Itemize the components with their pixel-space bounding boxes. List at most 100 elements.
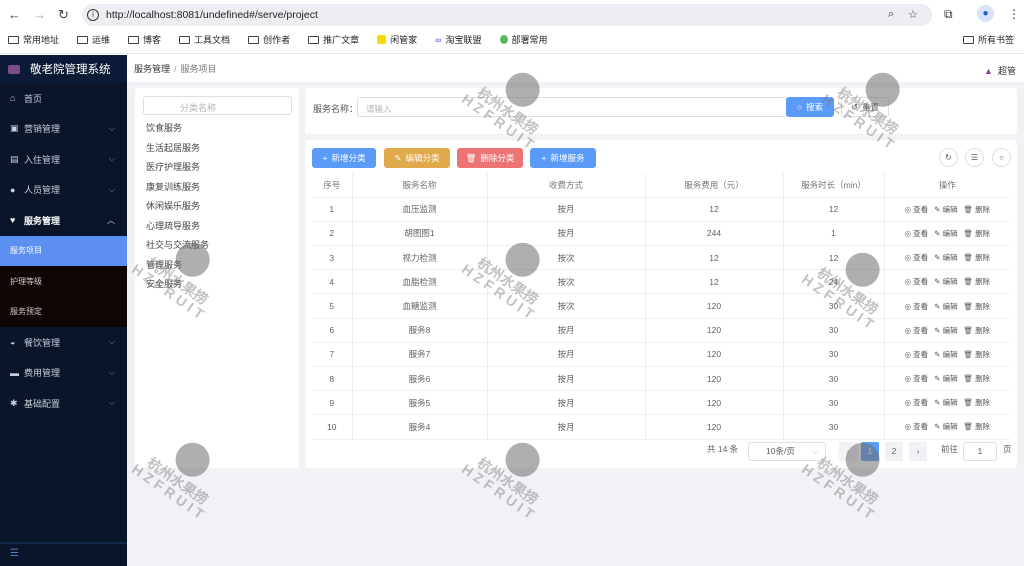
plus-icon: + <box>541 153 547 163</box>
bookmark[interactable]: 博客 <box>128 33 161 46</box>
menu-service[interactable]: ♥ 服务管理 ︿ <box>0 205 127 236</box>
delete-action[interactable]: 🗑 删除 <box>963 422 990 431</box>
submenu-care-level[interactable]: 护理等级 <box>0 266 127 297</box>
add-service-button[interactable]: + 新增服务 <box>530 148 596 168</box>
tree-item[interactable]: 休闲娱乐服务 <box>135 197 299 217</box>
delete-action[interactable]: 🗑 删除 <box>963 277 990 286</box>
delete-action[interactable]: 🗑 删除 <box>963 350 990 359</box>
menu-marketing[interactable]: ▣ 营销管理 ⌵ <box>0 114 127 145</box>
extensions-icon[interactable]: ⧉ <box>944 7 953 22</box>
delete-action[interactable]: 🗑 删除 <box>963 398 990 407</box>
page-size-select[interactable]: 10条/页 ⌵ <box>748 442 826 461</box>
delete-action[interactable]: 🗑 删除 <box>963 253 990 262</box>
delete-category-button[interactable]: 🗑 删除分类 <box>457 148 523 168</box>
user-menu[interactable]: ▲ 超管 <box>984 64 1016 77</box>
menu-fees[interactable]: ▬ 费用管理 ⌵ <box>0 358 127 389</box>
edit-action[interactable]: ✎ 编辑 <box>934 205 957 214</box>
folder-icon <box>77 35 89 44</box>
edit-action[interactable]: ✎ 编辑 <box>934 326 957 335</box>
tree-item[interactable]: 心理疏导服务 <box>135 217 299 237</box>
menu-config[interactable]: ✱ 基础配置 ⌵ <box>0 388 127 419</box>
view-action[interactable]: ◎ 查看 <box>904 205 928 214</box>
delete-action[interactable]: 🗑 删除 <box>963 302 990 311</box>
prev-page-button[interactable]: ‹ <box>839 442 857 461</box>
view-action[interactable]: ◎ 查看 <box>904 350 928 359</box>
edit-action[interactable]: ✎ 编辑 <box>934 229 957 238</box>
view-action[interactable]: ◎ 查看 <box>904 398 928 407</box>
collapse-sidebar-icon[interactable]: ☰ <box>0 542 127 566</box>
view-action[interactable]: ◎ 查看 <box>904 229 928 238</box>
tree-item[interactable]: 安全服务 <box>135 275 299 295</box>
view-action[interactable]: ◎ 查看 <box>904 253 928 262</box>
user-icon: ● <box>10 184 16 195</box>
chevron-down-icon: ⌵ <box>108 184 115 194</box>
table-cell: 按次 <box>487 269 646 295</box>
zoom-icon[interactable]: ⌕ <box>888 8 894 21</box>
bookmark[interactable]: 闲管家 <box>377 33 417 46</box>
xianguanjia-icon <box>377 35 387 44</box>
edit-action[interactable]: ✎ 编辑 <box>934 422 957 431</box>
page-button-active[interactable]: 1 <box>861 442 879 461</box>
bookmark[interactable]: 运维 <box>77 33 110 46</box>
forward-icon[interactable]: → <box>33 7 46 22</box>
bookmark[interactable]: 工具文档 <box>179 33 230 46</box>
view-action[interactable]: ◎ 查看 <box>904 326 928 335</box>
bookmark[interactable]: 部署常用 <box>499 33 548 46</box>
all-bookmarks[interactable]: 所有书签 <box>962 33 1014 46</box>
menu-home[interactable]: ⌂ 首页 <box>0 83 127 114</box>
edit-action[interactable]: ✎ 编辑 <box>934 350 957 359</box>
view-icon: ◎ <box>904 349 914 359</box>
tree-item[interactable]: 医疗护理服务 <box>135 158 299 178</box>
category-search-input[interactable]: 分类名称 <box>143 96 292 115</box>
edit-action[interactable]: ✎ 编辑 <box>934 374 957 383</box>
bookmark[interactable]: 推广文章 <box>308 33 359 46</box>
tree-item[interactable]: 生活起居服务 <box>135 139 299 159</box>
tree-item[interactable]: 管理服务 <box>135 256 299 276</box>
bookmark[interactable]: 创作者 <box>248 33 290 46</box>
view-action[interactable]: ◎ 查看 <box>904 374 928 383</box>
address-bar[interactable]: i http://localhost:8081/undefined#/serve… <box>82 4 932 26</box>
goto-page-input[interactable]: 1 <box>963 442 997 461</box>
add-category-button[interactable]: + 新增分类 <box>312 148 376 168</box>
next-page-button[interactable]: › <box>909 442 927 461</box>
search-toggle-icon[interactable]: ○ <box>992 148 1011 167</box>
delete-action[interactable]: 🗑 删除 <box>963 205 990 214</box>
menu-icon[interactable]: ⋮ <box>1008 7 1020 21</box>
columns-icon[interactable]: ☰ <box>965 148 984 167</box>
back-icon[interactable]: ← <box>8 7 21 22</box>
submenu-service-booking[interactable]: 服务预定 <box>0 296 127 327</box>
search-button[interactable]: ○ 搜索 <box>786 97 834 117</box>
edit-action[interactable]: ✎ 编辑 <box>934 277 957 286</box>
star-icon[interactable]: ☆ <box>908 8 918 21</box>
submenu-service-project[interactable]: 服务项目 <box>0 235 127 266</box>
delete-action[interactable]: 🗑 删除 <box>963 326 990 335</box>
menu-staff[interactable]: ● 人员管理 ⌵ <box>0 175 127 206</box>
building-icon: ▤ <box>10 153 19 164</box>
view-action[interactable]: ◎ 查看 <box>904 277 928 286</box>
tree-item[interactable]: 饮食服务 <box>135 119 299 139</box>
reload-icon[interactable]: ↻ <box>58 7 69 23</box>
menu-checkin[interactable]: ▤ 入住管理 ⌵ <box>0 144 127 175</box>
info-icon[interactable]: i <box>87 9 99 21</box>
refresh-icon[interactable]: ↻ <box>939 148 958 167</box>
bookmark[interactable]: ∞ 淘宝联盟 <box>435 33 481 46</box>
edit-action[interactable]: ✎ 编辑 <box>934 302 957 311</box>
profile-icon[interactable]: ● <box>977 5 994 22</box>
tree-item[interactable]: 康复训练服务 <box>135 178 299 198</box>
delete-action[interactable]: 🗑 删除 <box>963 229 990 238</box>
service-name-input[interactable]: 请输入 <box>357 97 787 117</box>
delete-action[interactable]: 🗑 删除 <box>963 374 990 383</box>
url-text[interactable]: http://localhost:8081/undefined#/serve/p… <box>106 9 318 21</box>
menu-dining[interactable]: ◒ 餐饮管理 ⌵ <box>0 327 127 358</box>
page-button[interactable]: 2 <box>885 442 903 461</box>
reset-button[interactable]: ↺ 重置 <box>841 97 889 117</box>
edit-category-button[interactable]: ✎ 编辑分类 <box>384 148 450 168</box>
edit-action[interactable]: ✎ 编辑 <box>934 398 957 407</box>
taobao-union-icon: ∞ <box>435 34 442 45</box>
bookmark[interactable]: 常用地址 <box>8 33 59 46</box>
view-action[interactable]: ◎ 查看 <box>904 422 928 431</box>
tree-item[interactable]: 社交与交流服务 <box>135 236 299 256</box>
view-action[interactable]: ◎ 查看 <box>904 302 928 311</box>
edit-action[interactable]: ✎ 编辑 <box>934 253 957 262</box>
breadcrumb-item[interactable]: 服务管理 <box>134 62 170 75</box>
